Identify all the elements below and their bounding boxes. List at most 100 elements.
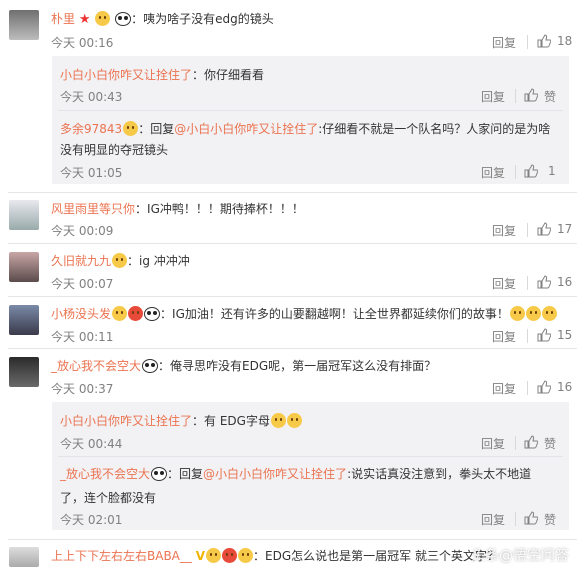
reply-button[interactable]: 回复 <box>481 435 505 452</box>
timestamp: 今天 00:44 <box>60 437 123 451</box>
divider <box>527 381 528 395</box>
reply-author[interactable]: 多余97843 <box>60 122 122 136</box>
timestamp: 今天 00:11 <box>51 330 114 344</box>
divider <box>8 296 577 297</box>
divider <box>515 89 516 103</box>
reply-button[interactable]: 回复 <box>492 222 516 239</box>
comment-line: 小杨没头发 ：IG加油！还有许多的山要翻越啊！让全世界都延续你们的故事！ <box>51 305 557 322</box>
mention-link[interactable]: @小白小白你咋又让拴住了 <box>174 122 318 136</box>
like-label[interactable]: 赞 <box>544 435 556 452</box>
avatar[interactable] <box>9 357 39 387</box>
reply-button[interactable]: 回复 <box>492 328 516 345</box>
timestamp: 今天 00:16 <box>51 36 114 50</box>
reply-text-continued: 了，连个脸都没有 <box>60 491 157 505</box>
emoji-icon <box>222 548 238 563</box>
emoji-icon <box>123 121 139 136</box>
reply-button[interactable]: 回复 <box>492 34 516 51</box>
divider <box>527 329 528 343</box>
divider <box>527 35 528 49</box>
reply-author[interactable]: 小白小白你咋又让拴住了 <box>60 414 192 428</box>
like-label[interactable]: 赞 <box>544 88 556 105</box>
like-count: 17 <box>557 222 573 236</box>
divider <box>527 276 528 290</box>
comment-text: 咦为啥子没有edg的镜头 <box>143 12 274 26</box>
divider <box>8 192 577 193</box>
avatar[interactable] <box>9 200 39 230</box>
reply-button[interactable]: 回复 <box>492 275 516 292</box>
reply-text: 有 EDG字母 <box>204 414 270 428</box>
avatar[interactable] <box>9 10 39 40</box>
reply-prefix: 回复 <box>179 467 204 481</box>
timestamp: 今天 00:37 <box>51 382 114 396</box>
reply-text: 你仔细看看 <box>204 68 265 82</box>
comment-line: 上上下下左右左右BABA__ V ：EDG怎么说也是第一届冠军 就三个英文字？ <box>51 548 499 563</box>
comment-author[interactable]: 小杨没头发 <box>51 307 111 321</box>
thumb-up-icon[interactable] <box>524 435 538 449</box>
reply-text: :说实话真没注意到，拳头太不地道 <box>347 467 532 481</box>
reply-text: :仔细看不就是一个队名吗？人家问的是为啥 <box>318 122 551 136</box>
avatar[interactable] <box>9 547 39 567</box>
emoji-icon <box>112 306 128 321</box>
mention-link[interactable]: @小白小白你咋又让拴住了 <box>203 467 347 481</box>
reply-author[interactable]: 小白小白你咋又让拴住了 <box>60 68 192 82</box>
reply-button[interactable]: 回复 <box>481 88 505 105</box>
comment-author[interactable]: _放心我不会空大 <box>51 359 141 373</box>
emoji-icon <box>95 11 111 26</box>
comment-text: EDG怎么说也是第一届冠军 就三个英文字？ <box>265 549 499 563</box>
timestamp: 今天 00:43 <box>60 90 123 104</box>
comment-line: 风里雨里等只你：IG冲鸭！！！期待捧杯！！！ <box>51 202 304 216</box>
emoji-icon <box>541 306 557 321</box>
comment-author[interactable]: 风里雨里等只你 <box>51 202 135 216</box>
emoji-icon <box>525 306 541 321</box>
emoji-icon <box>238 548 254 563</box>
emoji-icon <box>509 306 525 321</box>
panda-icon <box>144 307 161 321</box>
reply-line: _放心我不会空大 ：回复@小白小白你咋又让拴住了:说实话真没注意到，拳头太不地道 <box>60 467 532 481</box>
reply-button[interactable]: 回复 <box>481 511 505 528</box>
reply-button[interactable]: 回复 <box>481 164 505 181</box>
avatar[interactable] <box>9 252 39 282</box>
thumb-up-icon[interactable] <box>537 34 551 48</box>
timestamp: 今天 00:07 <box>51 277 114 291</box>
comment-author[interactable]: 上上下下左右左右BABA__ <box>51 549 192 563</box>
like-label[interactable]: 赞 <box>544 511 556 528</box>
divider <box>58 110 563 111</box>
divider <box>58 456 563 457</box>
like-count: 18 <box>557 34 573 48</box>
like-count: 16 <box>557 275 573 289</box>
thumb-up-icon[interactable] <box>537 222 551 236</box>
like-count: 1 <box>548 164 556 178</box>
thumb-up-icon[interactable] <box>537 328 551 342</box>
thumb-up-icon[interactable] <box>524 88 538 102</box>
v-badge-icon: V <box>195 549 206 563</box>
reply-line: 小白小白你咋又让拴住了：你仔细看看 <box>60 68 265 82</box>
divider <box>8 243 577 244</box>
comment-author[interactable]: 朴里 <box>51 12 75 26</box>
sunglasses-emoji-icon <box>112 253 128 268</box>
comment-text: IG加油！还有许多的山要翻越啊！让全世界都延续你们的故事！ <box>172 307 509 321</box>
reply-prefix: 回复 <box>150 122 175 136</box>
comment-author[interactable]: 久旧就九九 <box>51 254 111 268</box>
divider <box>515 165 516 179</box>
reply-text-continued: 没有明显的夺冠镜头 <box>60 143 169 157</box>
thumb-up-icon[interactable] <box>537 380 551 394</box>
reply-line: 多余97843 ：回复@小白小白你咋又让拴住了:仔细看不就是一个队名吗？人家问的是… <box>60 121 551 136</box>
emoji-icon <box>206 548 222 563</box>
divider <box>527 223 528 237</box>
thumb-up-icon[interactable] <box>537 275 551 289</box>
thumb-up-icon[interactable] <box>524 164 538 178</box>
laugh-emoji-icon <box>270 413 286 428</box>
timestamp: 今天 01:05 <box>60 166 123 180</box>
divider <box>515 436 516 450</box>
thumb-up-icon[interactable] <box>524 511 538 525</box>
divider <box>8 539 577 540</box>
reply-button[interactable]: 回复 <box>492 380 516 397</box>
panda-icon <box>151 467 168 481</box>
divider <box>515 512 516 526</box>
reply-author[interactable]: _放心我不会空大 <box>60 467 150 481</box>
divider <box>8 348 577 349</box>
watermark: 头条@悟空问答 <box>471 548 569 564</box>
timestamp: 今天 00:09 <box>51 224 114 238</box>
avatar[interactable] <box>9 305 39 335</box>
comment-text: ig 冲冲冲 <box>139 254 190 268</box>
